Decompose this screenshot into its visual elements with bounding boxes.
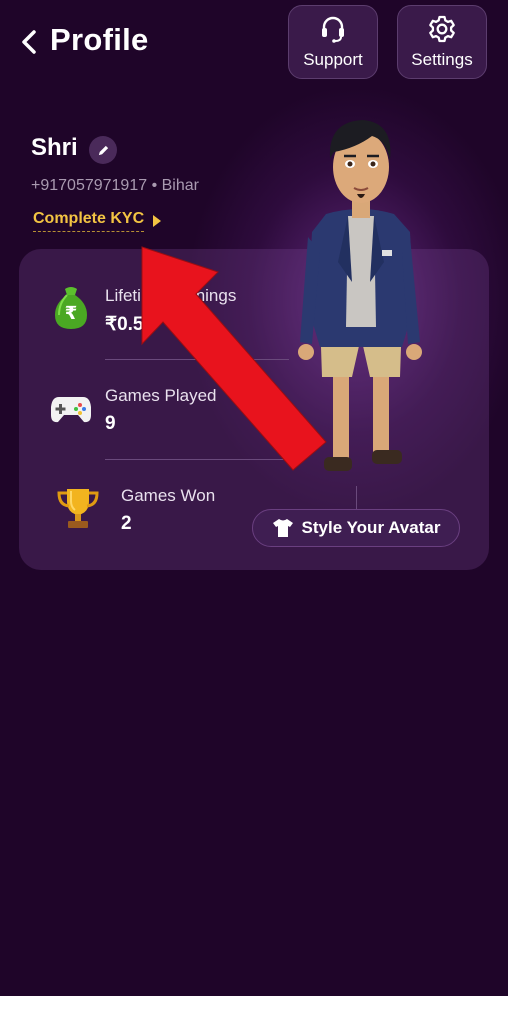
pencil-icon xyxy=(98,145,108,155)
avatar-image xyxy=(298,120,422,471)
style-your-avatar-button[interactable]: Style Your Avatar xyxy=(252,509,460,547)
stat-value: 2 xyxy=(121,513,132,534)
phone-location: +917057971917 • Bihar xyxy=(31,177,199,194)
gamepad-icon xyxy=(51,397,91,423)
kyc-label: Complete KYC xyxy=(33,210,145,232)
back-button[interactable] xyxy=(14,24,44,60)
divider xyxy=(105,459,289,460)
style-button-label: Style Your Avatar xyxy=(301,518,441,537)
gear-icon xyxy=(429,15,455,43)
settings-button[interactable]: Settings xyxy=(397,5,487,79)
edit-name-button[interactable] xyxy=(89,136,117,164)
support-button[interactable]: Support xyxy=(288,5,378,79)
chevron-left-icon xyxy=(22,30,36,54)
headset-icon xyxy=(322,16,344,43)
stat-label: Lifetime Earnings xyxy=(105,286,237,305)
money-bag-icon: ₹ xyxy=(55,287,87,329)
stat-games-played: Games Played 9 xyxy=(19,379,319,469)
trophy-icon xyxy=(57,489,99,528)
stat-label: Games Won xyxy=(121,486,216,505)
profile-name: Shri xyxy=(31,134,78,161)
page-title: Profile xyxy=(50,22,149,57)
svg-text:₹: ₹ xyxy=(65,303,78,324)
support-label: Support xyxy=(303,50,363,69)
stat-lifetime-earnings: ₹ Lifetime Earnings ₹0.5 xyxy=(19,279,319,369)
settings-label: Settings xyxy=(411,50,473,69)
complete-kyc-link[interactable]: Complete KYC xyxy=(33,210,162,232)
stat-value: ₹0.5 xyxy=(105,314,144,335)
stat-value: 9 xyxy=(105,413,116,434)
stat-label: Games Played xyxy=(105,386,217,405)
bottom-bar xyxy=(0,996,508,1024)
header: Profile Support Settings xyxy=(0,0,508,90)
divider xyxy=(105,359,289,360)
tshirt-icon xyxy=(272,519,293,537)
play-arrow-icon xyxy=(153,215,162,227)
